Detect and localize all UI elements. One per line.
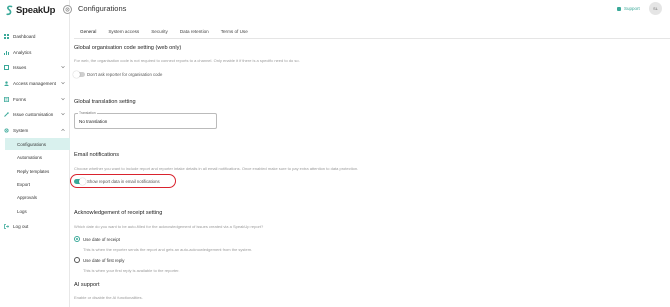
access-icon [4,81,9,86]
tab-system-access[interactable]: System access [102,27,145,38]
tab-data-retention[interactable]: Data retention [174,27,215,38]
subitem-label: Reply templates [17,168,50,174]
logout-icon [4,224,9,229]
radio-date-of-first-reply[interactable] [74,257,80,263]
subitem-label: Approvals [17,194,38,200]
tab-general[interactable]: General [74,27,103,39]
tab-security[interactable]: Security [145,27,174,38]
translation-title: Global translation setting [74,99,136,105]
speakup-logo-icon [6,4,13,15]
sidebar-subitem-logs[interactable]: Logs [5,205,70,217]
analytics-icon [4,51,9,55]
logout-button[interactable]: Log out [0,221,70,232]
sidebar-subitem-automations[interactable]: Automations [5,151,70,163]
subitem-label: Logs [17,208,27,214]
translation-field-value: No translation [79,119,108,124]
sidebar-item-label: Analytics [13,50,32,55]
org-code-toggle-label: Don't ask reporter for organisation code [87,72,163,77]
sidebar-item-label: Forms [13,97,27,102]
translation-field-label: Translation [78,111,97,115]
subitem-label: Automations [17,154,43,160]
sidebar-item-label: Issues [13,65,27,70]
dashboard-icon [4,34,9,39]
ai-support-title: AI support [74,282,100,288]
customisation-icon [4,112,9,117]
sidebar-item-label: Dashboard [13,34,36,39]
avatar[interactable]: SL [649,2,662,15]
sidebar-subitem-export[interactable]: Export [5,178,70,190]
logout-label: Log out [13,224,29,229]
radio-date-of-receipt-label: Use date of receipt [83,237,120,242]
sidebar-subitem-approvals[interactable]: Approvals [5,191,70,203]
sidebar-item-issues[interactable]: Issues [0,62,70,73]
top-bar [70,0,670,17]
sidebar-item-label: System [13,128,29,133]
translation-select[interactable]: Translation No translation [74,111,217,129]
collapse-sidebar-button[interactable] [63,5,72,14]
speakup-logo[interactable]: SpeakUp [6,4,55,16]
sidebar-item-system[interactable]: System [0,125,70,136]
org-code-toggle[interactable] [73,71,85,78]
page-title: Configurations [78,4,127,13]
email-notifications-description: Choose whether you want to include repor… [74,166,359,171]
sidebar-item-forms[interactable]: Forms [0,94,70,105]
org-code-description: For web, the organisation code is not re… [74,58,300,63]
chevron-down-icon [61,112,65,116]
subitem-label: Configurations [17,141,47,147]
issues-icon [4,65,9,70]
tab-bar: General System access Security Data rete… [74,27,254,39]
org-code-title: Global organisation code setting (web on… [74,45,182,51]
tabs-divider [74,38,670,39]
radio-date-of-first-reply-label: Use date of first reply [83,258,125,263]
sidebar-item-issue-customisation[interactable]: Issue customisation [0,109,70,120]
highlight-annotation [70,174,176,188]
chevron-down-icon [61,65,65,69]
radio-date-of-receipt-hint: This is when the reporter sends the repo… [83,247,253,252]
tab-terms-of-use[interactable]: Terms of Use [215,27,254,38]
sidebar-item-dashboard[interactable]: Dashboard [0,31,70,42]
radio-date-of-first-reply-hint: This is when your first reply is availab… [83,268,180,273]
chevron-down-icon [61,97,65,101]
sidebar-subitem-configurations[interactable]: Configurations [5,138,70,150]
sidebar: SpeakUp Dashboard Analytics Issues Acces… [0,0,70,307]
subitem-label: Export [17,181,31,187]
sidebar-item-label: Issue customisation [13,112,54,117]
forms-icon [4,97,9,102]
chevron-down-icon [61,81,65,85]
radio-date-of-receipt[interactable] [74,236,80,242]
toggle-knob [73,71,80,78]
system-icon [4,128,9,133]
acknowledgement-description: Which date do you want to be auto-filled… [74,224,264,229]
brand-name: SpeakUp [16,4,56,16]
support-label: Support [624,6,640,11]
sidebar-item-label: Access management [13,81,56,86]
support-icon [617,6,621,11]
acknowledgement-title: Acknowledgement of receipt setting [74,210,163,216]
gear-icon [65,7,70,12]
chevron-up-icon [61,128,65,132]
ai-support-description: Enable or disable the AI functionalities… [74,295,143,300]
sidebar-subitem-reply-templates[interactable]: Reply templates [5,165,70,177]
support-link[interactable]: Support [617,6,640,11]
email-notifications-title: Email notifications [74,152,120,158]
sidebar-item-access-management[interactable]: Access management [0,78,70,89]
sidebar-item-analytics[interactable]: Analytics [0,47,70,58]
